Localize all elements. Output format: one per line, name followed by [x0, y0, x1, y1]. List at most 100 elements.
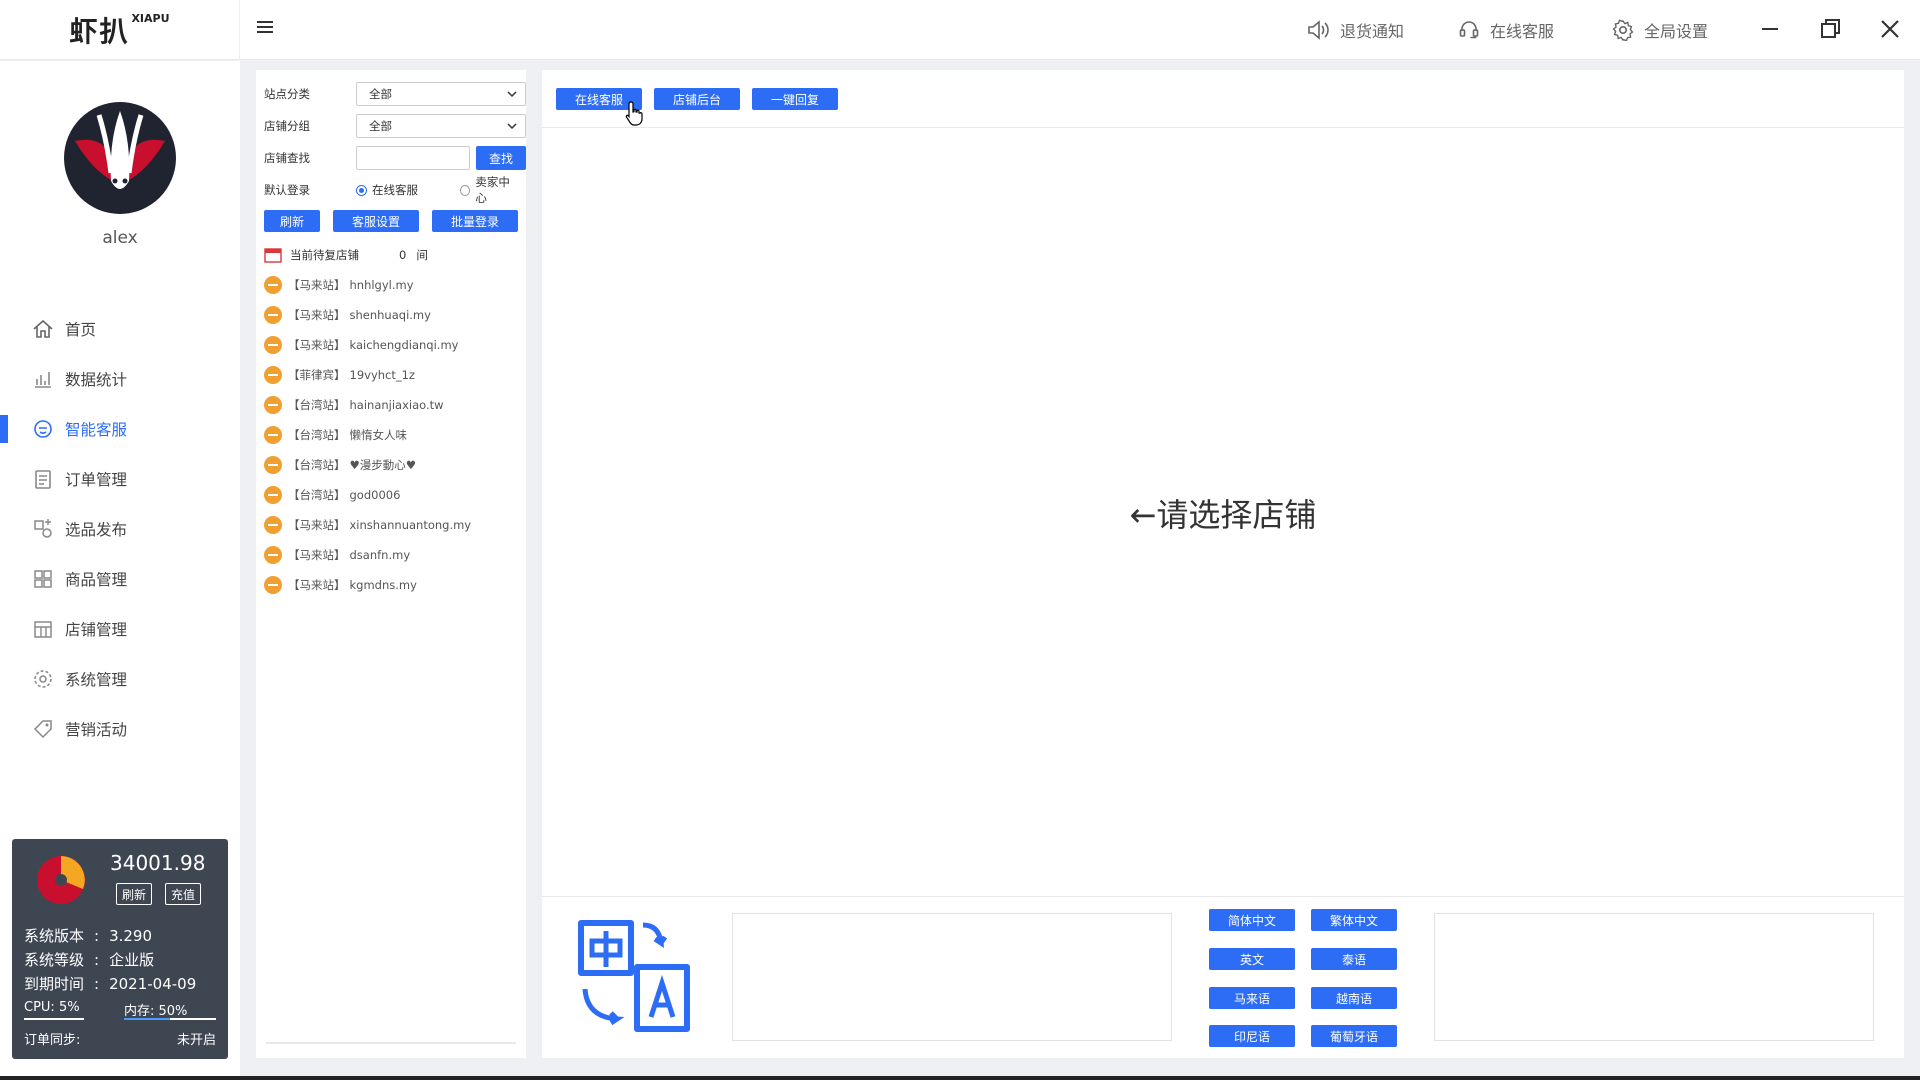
store-backend-button[interactable]: 店铺后台: [654, 88, 740, 110]
nav-item-stores[interactable]: 店铺管理: [0, 609, 240, 649]
close-icon[interactable]: [1875, 14, 1905, 44]
shop-list-item[interactable]: 【马来站】 kgmdns.my: [264, 574, 417, 596]
group-filter-label: 店铺分组: [264, 119, 310, 133]
version-label: 系统版本: [24, 927, 85, 945]
nav-label-system: 系统管理: [65, 671, 128, 689]
account-balance: 34001.98: [110, 851, 206, 875]
home-icon: [33, 319, 53, 338]
pending-shops-count: 0: [399, 248, 407, 262]
nav-item-products[interactable]: 商品管理: [0, 559, 240, 599]
shop-name: ♥漫步動心♥: [349, 458, 417, 472]
global-settings-button[interactable]: 全局设置: [1612, 18, 1708, 42]
offline-status-icon: [264, 396, 282, 414]
shop-list-item[interactable]: 【马来站】 hnhlgyl.my: [264, 274, 414, 296]
shop-name: kaichengdianqi.my: [349, 338, 459, 352]
group-filter-row: 店铺分组 全部: [264, 114, 526, 138]
online-service-label: 在线客服: [1490, 22, 1555, 41]
avatar[interactable]: [63, 101, 177, 215]
refresh-shops-button[interactable]: 刷新: [264, 210, 320, 232]
shop-list-item[interactable]: 【菲律宾】 19vyhct_1z: [264, 364, 415, 386]
lang-vietnamese-button[interactable]: 越南语: [1311, 987, 1397, 1009]
nav-item-home[interactable]: 首页: [0, 309, 240, 349]
translated-text-box[interactable]: [1434, 913, 1874, 1041]
logo-superscript: XIAPU: [131, 11, 170, 25]
batch-login-button[interactable]: 批量登录: [432, 210, 518, 232]
resource-usage-row: CPU: 5% 内存: 50%: [24, 1000, 216, 1022]
shop-list-item[interactable]: 【马来站】 xinshannuantong.my: [264, 514, 471, 536]
nav-item-publish[interactable]: 选品发布: [0, 509, 240, 549]
minimize-icon[interactable]: [1755, 14, 1785, 44]
nav-item-stats[interactable]: 数据统计: [0, 359, 240, 399]
version-row: 系统版本:3.290: [24, 927, 153, 945]
shop-region: 【马来站】: [288, 338, 346, 352]
online-service-tab-button[interactable]: 在线客服: [556, 88, 642, 110]
panel-scrollbar[interactable]: [266, 1042, 516, 1044]
restore-icon[interactable]: [1815, 14, 1845, 44]
pending-shops-unit: 间: [416, 248, 428, 262]
nav-item-orders[interactable]: 订单管理: [0, 459, 240, 499]
offline-status-icon: [264, 576, 282, 594]
one-click-reply-button[interactable]: 一键回复: [752, 88, 838, 110]
offline-status-icon: [264, 276, 282, 294]
version-value: 3.290: [109, 927, 153, 945]
default-login-row: 默认登录 在线客服 卖家中心: [264, 175, 518, 205]
logo-text: 虾扒: [69, 15, 130, 48]
nav-item-system[interactable]: 系统管理: [0, 659, 240, 699]
order-sync-row: 订单同步: 未开启: [24, 1029, 216, 1049]
hamburger-menu-icon[interactable]: [254, 16, 276, 38]
order-sync-label: 订单同步:: [24, 1033, 81, 1048]
online-service-button[interactable]: 在线客服: [1458, 18, 1554, 42]
shop-name: dsanfn.my: [349, 548, 411, 562]
shop-list-item[interactable]: 【台湾站】 god0006: [264, 484, 400, 506]
shop-list-item[interactable]: 【台湾站】 ♥漫步動心♥: [264, 454, 416, 476]
balance-refresh-button[interactable]: 刷新: [116, 883, 153, 905]
return-notice-label: 退货通知: [1340, 22, 1405, 41]
shop-list-item[interactable]: 【马来站】 shenhuaqi.my: [264, 304, 431, 326]
source-text-box[interactable]: [732, 913, 1172, 1041]
offline-status-icon: [264, 306, 282, 324]
lang-thai-button[interactable]: 泰语: [1311, 948, 1397, 970]
recharge-button[interactable]: 充值: [165, 883, 202, 905]
shop-name: 懒惰女人味: [349, 428, 408, 442]
shop-list-item[interactable]: 【马来站】 kaichengdianqi.my: [264, 334, 458, 356]
lang-english-button[interactable]: 英文: [1209, 948, 1295, 970]
shop-search-input[interactable]: [356, 146, 470, 170]
shop-list-item[interactable]: 【马来站】 dsanfn.my: [264, 544, 410, 566]
lang-traditional-chinese-button[interactable]: 繁体中文: [1311, 909, 1397, 931]
login-option-online-service-label: 在线客服: [372, 183, 418, 197]
shop-list-item[interactable]: 【台湾站】 hainanjiaxiao.tw: [264, 394, 444, 416]
level-label: 系统等级: [24, 951, 85, 969]
login-option-seller-center-label: 卖家中心: [475, 175, 510, 205]
translation-panel: 简体中文 繁体中文 英文 泰语 马来语 越南语 印尼语 葡萄牙语: [542, 896, 1904, 1058]
nav-label-home: 首页: [65, 321, 97, 339]
lang-simplified-chinese-button[interactable]: 简体中文: [1209, 909, 1295, 931]
return-notice-button[interactable]: 退货通知: [1306, 18, 1404, 42]
offline-status-icon: [264, 366, 282, 384]
nav-item-smart-service[interactable]: 智能客服: [0, 409, 240, 449]
shop-list-item[interactable]: 【台湾站】 懒惰女人味: [264, 424, 407, 446]
login-option-seller-center[interactable]: 卖家中心: [460, 174, 518, 206]
lang-indonesian-button[interactable]: 印尼语: [1209, 1025, 1295, 1047]
lang-portuguese-button[interactable]: 葡萄牙语: [1311, 1025, 1397, 1047]
shop-name: hainanjiaxiao.tw: [349, 398, 444, 412]
shop-name: kgmdns.my: [349, 578, 417, 592]
tag-icon: [33, 720, 52, 739]
shop-region: 【马来站】: [288, 518, 346, 532]
expire-label: 到期时间: [24, 975, 85, 993]
gear-icon: [1612, 19, 1634, 41]
nav-label-stats: 数据统计: [65, 371, 128, 389]
shop-search-row: 店铺查找 查找: [264, 146, 526, 170]
cpu-usage: CPU: 5%: [24, 1000, 80, 1015]
grid-icon: [34, 570, 52, 588]
shop-region: 【台湾站】: [288, 458, 346, 472]
lang-malay-button[interactable]: 马来语: [1209, 987, 1295, 1009]
main-toolbar: 在线客服 店铺后台 一键回复: [542, 70, 1904, 128]
radio-selected-icon: [356, 184, 367, 196]
pending-shops-label: 当前待复店铺: [290, 248, 359, 262]
nav-item-marketing[interactable]: 营销活动: [0, 709, 240, 749]
login-option-online-service[interactable]: 在线客服: [356, 182, 418, 198]
site-filter-select[interactable]: 全部: [356, 82, 526, 106]
shop-search-button[interactable]: 查找: [476, 146, 526, 170]
group-filter-select[interactable]: 全部: [356, 114, 526, 138]
service-settings-button[interactable]: 客服设置: [333, 210, 419, 232]
